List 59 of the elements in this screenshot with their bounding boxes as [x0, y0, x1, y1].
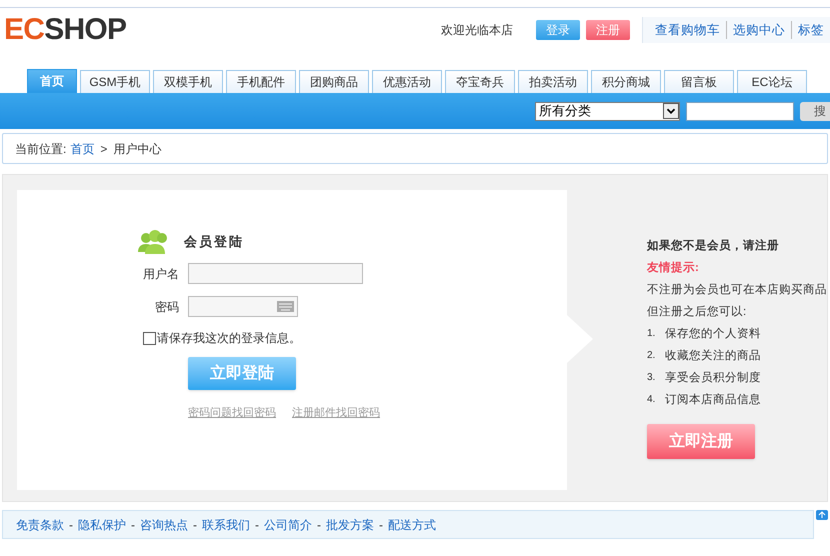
intro-text: 不注册为会员也可在本店购买商品	[647, 282, 827, 298]
benefit-text: 收藏您关注的商品	[665, 348, 761, 364]
footer-link[interactable]: 隐私保护	[78, 516, 126, 534]
nav-tab[interactable]: 拍卖活动	[518, 70, 588, 93]
nav-tab[interactable]: 双模手机	[153, 70, 223, 93]
remember-checkbox[interactable]	[143, 332, 156, 344]
footer-link[interactable]: 咨询热点	[140, 516, 188, 534]
username-label: 用户名	[142, 266, 179, 282]
nav-tab[interactable]: 优惠活动	[372, 70, 442, 93]
breadcrumb-label: 当前位置:	[15, 140, 66, 158]
list-number: 3.	[647, 371, 656, 385]
login-title: 会员登陆	[184, 233, 244, 252]
footer-link[interactable]: 配送方式	[388, 516, 436, 534]
nav-tab[interactable]: EC论坛	[737, 70, 807, 93]
intro-text: 但注册之后您可以:	[647, 304, 748, 320]
nav-tab[interactable]: 夺宝奇兵	[445, 70, 515, 93]
list-number: 2.	[647, 349, 656, 363]
footer-separator: -	[379, 516, 383, 534]
footer-separator: -	[255, 516, 259, 534]
nav-tab[interactable]: 积分商城	[591, 70, 661, 93]
benefit-text: 享受会员积分制度	[665, 370, 761, 386]
back-to-top-icon[interactable]	[816, 510, 828, 520]
tip-title: 友情提示:	[647, 260, 700, 276]
search-button[interactable]: 搜	[800, 102, 830, 120]
footer-separator: -	[193, 516, 197, 534]
breadcrumb-separator: >	[100, 140, 108, 158]
top-link[interactable]: 查看购物车	[649, 20, 726, 40]
recover-link[interactable]: 密码问题找回密码	[188, 405, 276, 422]
search-field[interactable]	[686, 102, 794, 120]
footer-separator: -	[131, 516, 135, 534]
nav-tab[interactable]: 留言板	[664, 70, 734, 93]
benefit-text: 订阅本店商品信息	[665, 392, 761, 408]
username-field[interactable]	[188, 263, 363, 284]
footer-link[interactable]: 联系我们	[202, 516, 250, 534]
footer-link[interactable]: 公司简介	[264, 516, 312, 534]
password-field[interactable]	[188, 296, 298, 317]
footer-separator: -	[317, 516, 321, 534]
recover-link[interactable]: 注册邮件找回密码	[292, 405, 380, 422]
category-select[interactable]: 所有分类	[535, 102, 680, 120]
footer-link[interactable]: 批发方案	[326, 516, 374, 534]
remember-label: 请保存我这次的登录信息。	[157, 330, 301, 347]
nav-tab[interactable]: 团购商品	[299, 70, 369, 93]
nav-tab[interactable]: GSM手机	[80, 70, 150, 93]
top-link[interactable]: 标签	[791, 20, 830, 40]
footer-link[interactable]: 免责条款	[16, 516, 64, 534]
keyboard-icon	[277, 301, 294, 312]
nav-tab[interactable]: 手机配件	[226, 70, 296, 93]
welcome-text: 欢迎光临本店	[441, 22, 514, 39]
password-label: 密码	[154, 298, 179, 316]
top-link[interactable]: 选购中心	[726, 20, 791, 40]
list-number: 1.	[647, 327, 656, 341]
users-icon	[137, 228, 169, 256]
benefit-text: 保存您的个人资料	[665, 326, 761, 342]
breadcrumb-link[interactable]: 首页	[70, 140, 94, 158]
breadcrumb-current: 用户中心	[113, 140, 162, 158]
register-title: 如果您不是会员，请注册	[647, 238, 780, 254]
list-number: 4.	[647, 393, 656, 407]
logo[interactable]: ECSHOP	[4, 15, 126, 45]
footer-separator: -	[69, 516, 73, 534]
